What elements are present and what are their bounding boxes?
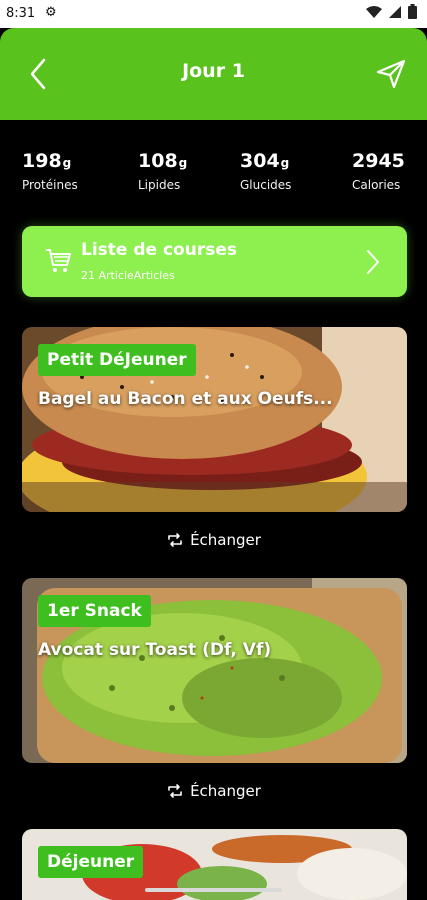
status-icons — [366, 4, 417, 19]
meal-name: Avocat sur Toast (Df, Vf) — [38, 640, 272, 660]
macro-label: Protéines — [22, 178, 78, 192]
meal-card-snack[interactable]: 1er Snack Avocat sur Toast (Df, Vf) — [22, 578, 407, 763]
meal-type-badge: Déjeuner — [38, 846, 144, 878]
meal-type-badge: 1er Snack — [38, 595, 151, 627]
macros-summary: 198g Protéines 108g Lipides 304g Glucide… — [0, 150, 427, 200]
signal-icon — [389, 5, 401, 18]
macro-label: Calories — [352, 178, 401, 192]
meal-card-breakfast[interactable]: Petit DéJeuner Bagel au Bacon et aux Oeu… — [22, 327, 407, 512]
macro-lipids: 108g Lipides — [138, 150, 187, 192]
swap-label: Échanger — [190, 782, 261, 800]
meal-type-badge: Petit DéJeuner — [38, 344, 196, 376]
settings-icon: ⚙ — [45, 5, 57, 20]
wifi-icon — [366, 5, 382, 18]
status-bar: 8:31 ⚙ — [0, 0, 427, 28]
macro-unit: g — [62, 156, 72, 170]
swap-label: Échanger — [190, 531, 261, 549]
page-title: Jour 1 — [182, 60, 245, 82]
send-icon[interactable] — [375, 58, 407, 90]
shopping-list-button[interactable]: Liste de courses 21 ArticleArticles — [22, 226, 407, 297]
shopping-list-count: 21 ArticleArticles — [81, 269, 175, 282]
home-indicator[interactable] — [145, 888, 282, 892]
swap-icon — [168, 533, 182, 547]
macro-proteins: 198g Protéines — [22, 150, 78, 192]
macro-carbs: 304g Glucides — [240, 150, 291, 192]
macro-unit: g — [178, 156, 188, 170]
macro-unit: g — [280, 156, 290, 170]
battery-icon — [408, 4, 417, 19]
macro-value: 198 — [22, 150, 62, 172]
macro-label: Lipides — [138, 178, 181, 192]
macro-value: 108 — [138, 150, 178, 172]
swap-icon — [168, 784, 182, 798]
swap-button-breakfast[interactable]: Échanger — [0, 528, 427, 552]
macro-value: 2945 — [352, 150, 405, 172]
swap-button-snack[interactable]: Échanger — [0, 779, 427, 803]
macro-value: 304 — [240, 150, 280, 172]
cart-icon — [46, 249, 71, 272]
app-header: Jour 1 — [0, 28, 427, 120]
chevron-right-icon — [367, 250, 379, 274]
macro-calories: 2945 Calories — [352, 150, 405, 192]
macro-label: Glucides — [240, 178, 292, 192]
status-time: 8:31 — [6, 6, 36, 21]
shopping-list-title: Liste de courses — [81, 240, 237, 260]
meal-name: Bagel au Bacon et aux Oeufs... — [38, 389, 333, 409]
